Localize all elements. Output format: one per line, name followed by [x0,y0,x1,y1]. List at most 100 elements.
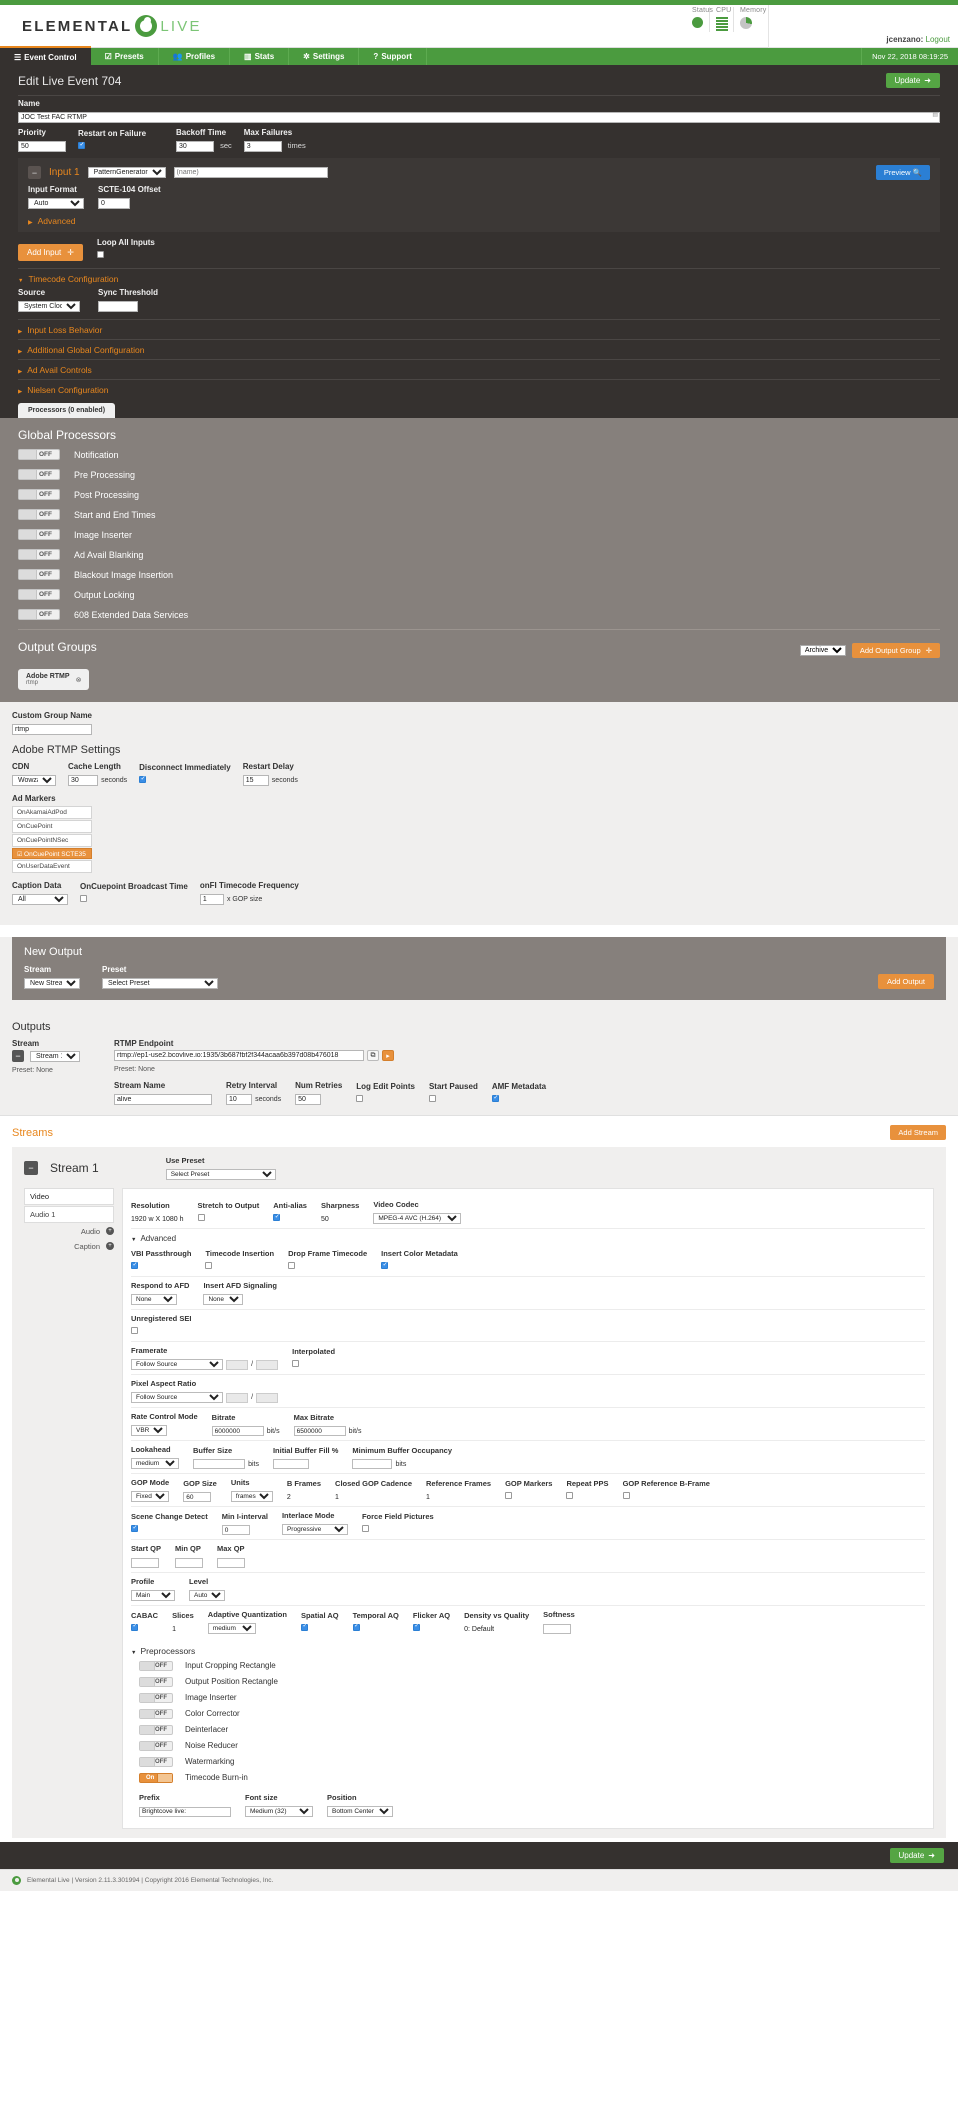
add-caption-row[interactable]: Caption + [24,1239,114,1254]
initial-buffer-fill-input[interactable] [273,1459,309,1469]
toggle-start-and-end-times[interactable]: OFF [18,509,60,520]
add-output-button[interactable]: Add Output [878,974,934,989]
section-additional-global-configuration[interactable]: Additional Global Configuration [0,340,958,359]
min-qp-input[interactable] [175,1558,203,1568]
section-timecode-configuration[interactable]: Timecode Configuration [0,269,958,288]
force-field-pictures-checkbox[interactable] [362,1525,369,1532]
max-bitrate-input[interactable] [294,1426,346,1436]
ad-marker-oncuepoint-scte35[interactable]: OnCuePoint SCTE35 [12,848,92,859]
preview-button[interactable]: Preview 🔍 [876,165,930,180]
priority-input[interactable] [18,141,66,152]
ad-marker-oncuepointnsec[interactable]: OnCuePointNSec [12,834,92,847]
burnin-position-select[interactable]: Bottom Center [327,1806,393,1817]
softness-input[interactable] [543,1624,571,1634]
gop-reference-b-frame-checkbox[interactable] [623,1492,630,1499]
disconnect-immediately-checkbox[interactable] [139,776,146,783]
caption-data-select[interactable]: All [12,894,68,905]
toggle-608-extended-data-services[interactable]: OFF [18,609,60,620]
update-button-top[interactable]: Update ➜ [886,73,941,88]
video-advanced-toggle[interactable]: Advanced [131,1234,925,1243]
cdn-select[interactable]: Wowza [12,775,56,786]
spatial-aq-checkbox[interactable] [301,1624,308,1631]
framerate-numerator-input[interactable] [226,1360,248,1370]
ad-marker-onuserdataevent[interactable]: OnUserDataEvent [12,860,92,873]
restart-delay-input[interactable] [243,775,269,786]
custom-group-name-input[interactable] [12,724,92,735]
close-icon[interactable]: ⊗ [76,676,82,684]
update-button-bottom[interactable]: Update ➜ [890,1848,945,1863]
toggle-ad-avail-blanking[interactable]: OFF [18,549,60,560]
toggle-watermarking[interactable]: OFF [139,1757,173,1767]
side-item-video[interactable]: Video [24,1188,114,1205]
use-preset-select[interactable]: Select Preset [166,1169,276,1180]
output-group-tab-adobe-rtmp[interactable]: Adobe RTMP rtmp ⊗ [18,669,89,690]
add-stream-button[interactable]: Add Stream [890,1125,946,1140]
repeat-pps-checkbox[interactable] [566,1492,573,1499]
lookahead-select[interactable]: medium [131,1458,179,1469]
add-input-button[interactable]: Add Input ✛ [18,244,83,261]
input-format-select[interactable]: Auto [28,198,84,209]
logout-link[interactable]: Logout [926,35,950,44]
interpolated-checkbox[interactable] [292,1360,299,1367]
cache-length-input[interactable] [68,775,98,786]
timecode-source-select[interactable]: System Clock [18,301,80,312]
nav-item-event-control[interactable]: ☰ Event Control [0,46,91,65]
onfi-timecode-frequency-input[interactable] [200,894,224,905]
b-frames-value[interactable]: 2 [287,1494,291,1501]
new-output-stream-select[interactable]: New Stream [24,978,80,989]
respond-to-afd-select[interactable]: None [131,1294,177,1305]
buffer-size-input[interactable] [193,1459,245,1469]
toggle-blackout-image-insertion[interactable]: OFF [18,569,60,580]
stretch-to-output-checkbox[interactable] [198,1214,205,1221]
toggle-noise-reducer[interactable]: OFF [139,1741,173,1751]
flicker-aq-checkbox[interactable] [413,1624,420,1631]
rtmp-endpoint-input[interactable] [114,1050,364,1061]
nav-item-presets[interactable]: ☑ Presets [91,48,159,65]
restart-on-failure-checkbox[interactable] [78,142,85,149]
toggle-image-inserter[interactable]: OFF [18,529,60,540]
add-output-group-button[interactable]: Add Output Group ✛ [852,643,940,658]
ad-marker-oncuepoint[interactable]: OnCuePoint [12,820,92,833]
gop-markers-checkbox[interactable] [505,1492,512,1499]
sync-threshold-input[interactable] [98,301,138,312]
section-nielsen-configuration[interactable]: Nielsen Configuration [0,380,958,399]
toggle-post-processing[interactable]: OFF [18,489,60,500]
tab-processors[interactable]: Processors (0 enabled) [18,403,115,418]
resolution-value[interactable]: 1920 w X 1080 h [131,1216,184,1223]
retry-interval-input[interactable] [226,1094,252,1105]
insert-color-metadata-checkbox[interactable] [381,1262,388,1269]
minimum-buffer-occupancy-input[interactable] [352,1459,392,1469]
pixel-aspect-ratio-select[interactable]: Follow Source [131,1392,223,1403]
event-name-input[interactable] [18,112,940,123]
start-qp-input[interactable] [131,1558,159,1568]
framerate-select[interactable]: Follow Source [131,1359,223,1370]
input-name-input[interactable] [174,167,328,178]
interlace-mode-select[interactable]: Progressive [282,1524,348,1535]
closed-gop-cadence-value[interactable]: 1 [335,1494,339,1501]
input-source-select[interactable]: PatternGenerator (HD-S [88,167,166,178]
scte104-offset-input[interactable] [98,198,130,209]
nav-item-support[interactable]: ? Support [359,48,427,65]
nav-item-stats[interactable]: ▥ Stats [230,48,289,65]
timecode-insertion-checkbox[interactable] [205,1262,212,1269]
max-qp-input[interactable] [217,1558,245,1568]
toggle-image-inserter-pp[interactable]: OFF [139,1693,173,1703]
input-1-collapse-icon[interactable]: − [28,166,41,179]
par-numerator-input[interactable] [226,1393,248,1403]
start-paused-checkbox[interactable] [429,1095,436,1102]
drop-frame-timecode-checkbox[interactable] [288,1262,295,1269]
par-denominator-input[interactable] [256,1393,278,1403]
backoff-time-input[interactable] [176,141,214,152]
toggle-deinterlacer[interactable]: OFF [139,1725,173,1735]
output-group-preset-select[interactable]: Archive [800,645,846,656]
insert-afd-signaling-select[interactable]: None [203,1294,243,1305]
bitrate-input[interactable] [212,1426,264,1436]
burnin-prefix-input[interactable] [139,1807,231,1817]
sharpness-value[interactable]: 50 [321,1216,329,1223]
nav-item-settings[interactable]: ✲ Settings [289,48,359,65]
framerate-denominator-input[interactable] [256,1360,278,1370]
section-ad-avail-controls[interactable]: Ad Avail Controls [0,360,958,379]
oncuepoint-broadcast-time-checkbox[interactable] [80,895,87,902]
adaptive-quantization-select[interactable]: medium [208,1623,256,1634]
units-select[interactable]: frames [231,1491,273,1502]
